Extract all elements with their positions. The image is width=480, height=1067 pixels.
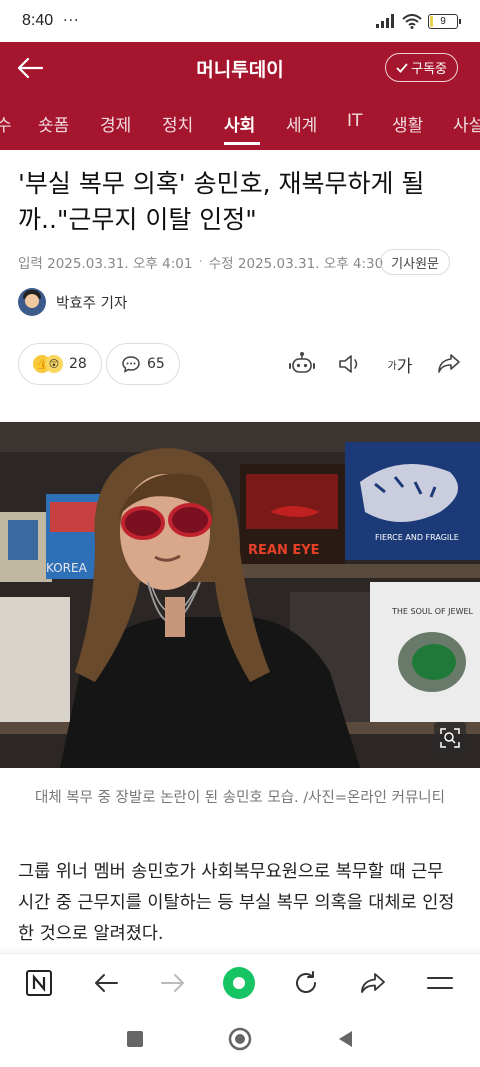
- photo-sign-rean-eye: REAN EYE: [248, 543, 320, 558]
- check-icon: [396, 62, 408, 73]
- tab-economy[interactable]: 경제: [100, 111, 131, 136]
- share-icon: [361, 973, 385, 993]
- photo-zoom-button[interactable]: [434, 722, 466, 754]
- tab-partial-left[interactable]: 수: [0, 111, 12, 136]
- comment-button[interactable]: 65: [106, 343, 180, 385]
- triangle-back-icon: [339, 1031, 352, 1047]
- green-dot-icon: [223, 967, 255, 999]
- reaction-emojis: 👍 😲: [33, 355, 63, 373]
- active-tab-indicator: [224, 142, 260, 145]
- tab-it[interactable]: IT: [347, 111, 362, 131]
- arrow-right-icon: [161, 974, 184, 992]
- status-time: 8:40: [22, 12, 54, 29]
- naver-logo-icon: [26, 970, 52, 996]
- photo-sign-korea: KOREA: [46, 561, 88, 575]
- font-size-button[interactable]: 가가: [384, 349, 416, 379]
- arrow-left-icon: [95, 974, 118, 992]
- app-bar: 머니투데이 구독중: [0, 42, 480, 94]
- signal-icon: [376, 14, 394, 28]
- font-small-label: 가: [387, 360, 397, 372]
- zoom-icon: [440, 728, 460, 748]
- robot-icon: [289, 352, 315, 373]
- refresh-button[interactable]: [289, 966, 323, 1000]
- reaction-count: 28: [69, 356, 87, 372]
- arrow-left-icon: [17, 57, 44, 79]
- refresh-icon: [296, 971, 316, 993]
- original-article-button[interactable]: 기사원문: [380, 249, 450, 275]
- modified-time: 수정 2025.03.31. 오후 4:30: [208, 256, 384, 272]
- article-meta: 입력 2025.03.31. 오후 4:01 · 수정 2025.03.31. …: [18, 252, 383, 272]
- subscribe-button[interactable]: 구독중: [385, 53, 458, 82]
- tab-world[interactable]: 세계: [286, 111, 317, 136]
- reporter-name: 박효주 기자: [56, 295, 128, 312]
- wifi-icon: [402, 13, 422, 29]
- browser-back-button[interactable]: [89, 966, 123, 1000]
- notification-dots: ···: [63, 13, 80, 29]
- menu-icon: [427, 977, 453, 989]
- tab-politics[interactable]: 정치: [162, 111, 193, 136]
- article-headline: '부실 복무 의혹' 송민호, 재복무하게 될까.."근무지 이탈 인정": [18, 169, 425, 234]
- photo-sign-soul: THE SOUL OF JEWEL: [391, 607, 474, 616]
- circle-icon: [228, 1027, 252, 1051]
- share-icon: [438, 354, 460, 373]
- back-button[interactable]: [0, 42, 60, 94]
- comment-icon: [122, 356, 140, 373]
- reaction-button[interactable]: 👍 😲 28: [18, 343, 102, 385]
- battery-level: 9: [440, 15, 446, 27]
- tab-life[interactable]: 생활: [392, 111, 423, 136]
- system-nav-bar: [0, 1011, 480, 1067]
- category-tabs: 수 숏폼 경제 정치 사회 세계 IT 생활 사설: [0, 94, 480, 150]
- menu-button[interactable]: [423, 966, 457, 1000]
- ai-summary-button[interactable]: [287, 349, 317, 379]
- green-dot-button[interactable]: [222, 966, 256, 1000]
- photo-illustration: KOREA REAN EYE FIERCE AND FRAGILE THE SO…: [0, 422, 480, 768]
- photo-sign-fierce: FIERCE AND FRAGILE: [375, 533, 459, 542]
- tab-shortform[interactable]: 숏폼: [38, 111, 69, 136]
- tts-button[interactable]: [335, 349, 365, 379]
- browser-toolbar: [0, 953, 480, 1011]
- photo-caption: 대체 복무 중 장발로 논란이 된 송민호 모습. /사진=온라인 커뮤니티: [35, 790, 445, 806]
- subscribe-label: 구독중: [411, 62, 447, 77]
- published-time: 입력 2025.03.31. 오후 4:01: [18, 256, 193, 272]
- tab-society[interactable]: 사회: [224, 111, 255, 136]
- system-back-button[interactable]: [333, 1027, 357, 1051]
- surprised-icon: 😲: [45, 355, 63, 373]
- recent-apps-button[interactable]: [123, 1027, 147, 1051]
- article-body: 그룹 위너 멤버 송민호가 사회복무요원으로 복무할 때 근무 시간 중 근무지…: [18, 862, 455, 944]
- article-photo[interactable]: KOREA REAN EYE FIERCE AND FRAGILE THE SO…: [0, 422, 480, 768]
- home-button[interactable]: [228, 1027, 252, 1051]
- comment-count: 65: [147, 356, 165, 372]
- browser-forward-button[interactable]: [156, 966, 190, 1000]
- battery-icon: 9: [428, 13, 461, 29]
- tab-editorial[interactable]: 사설: [453, 111, 480, 136]
- status-bar: 8:40 ··· 9: [0, 0, 480, 42]
- browser-share-button[interactable]: [356, 966, 390, 1000]
- speaker-icon: [339, 355, 358, 373]
- font-large-label: 가: [396, 356, 413, 377]
- square-icon: [127, 1031, 143, 1047]
- naver-home-button[interactable]: [22, 966, 56, 1000]
- reporter-info[interactable]: 박효주 기자: [18, 288, 127, 316]
- meta-separator: ·: [198, 254, 203, 270]
- share-button[interactable]: [434, 349, 464, 379]
- reporter-avatar: [18, 288, 46, 316]
